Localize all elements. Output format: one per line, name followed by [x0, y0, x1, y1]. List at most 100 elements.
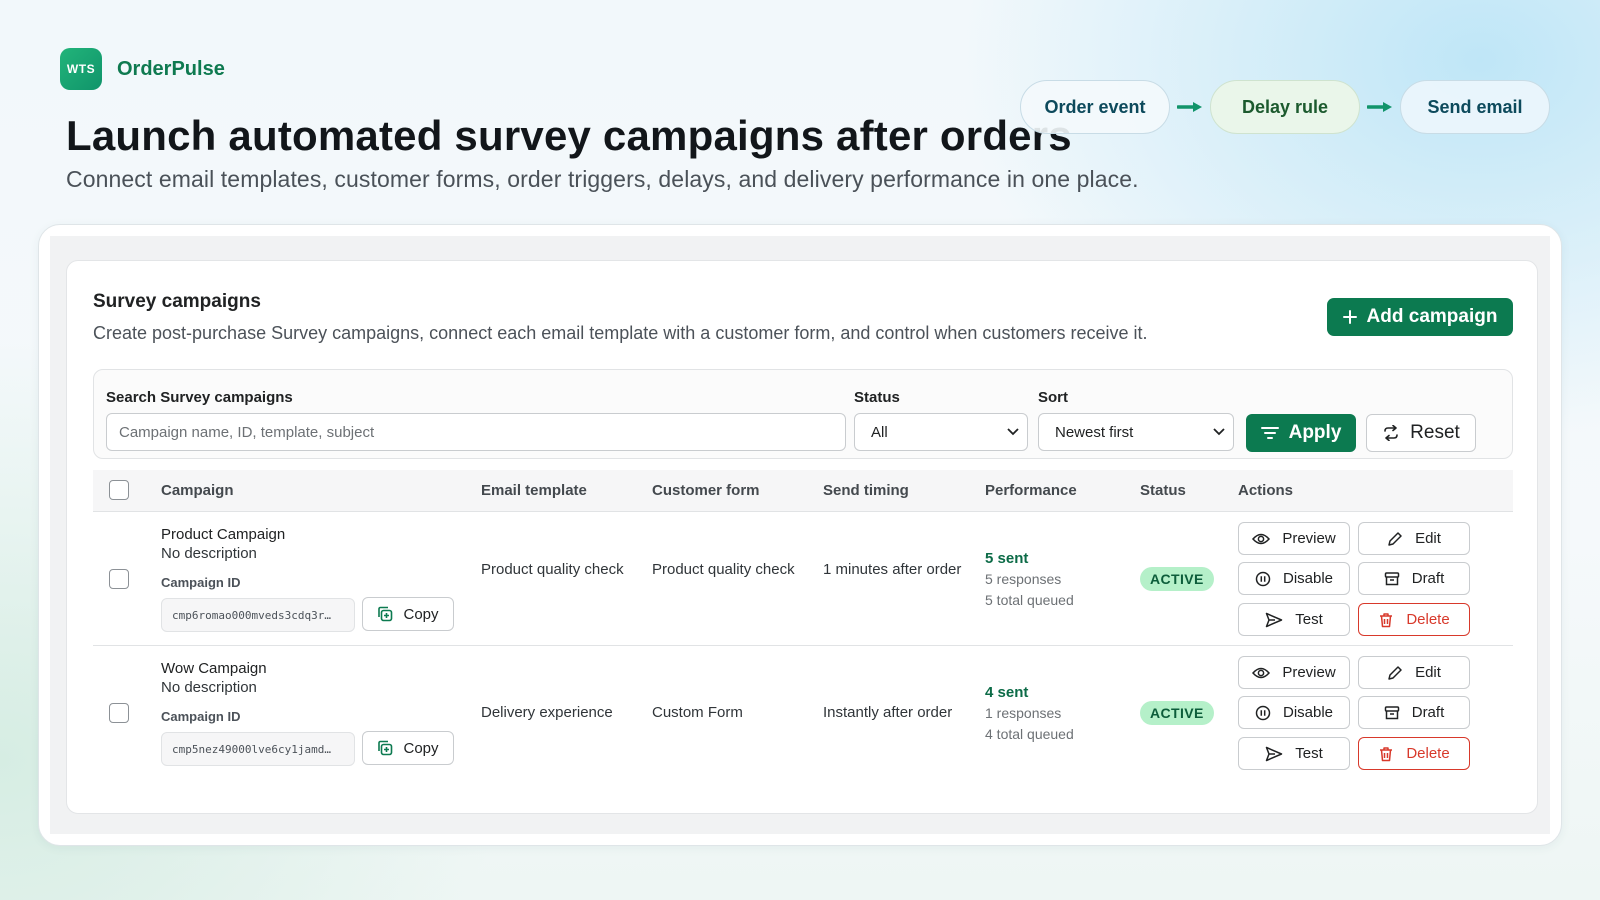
disable-button[interactable]: Disable: [1238, 696, 1350, 729]
disable-button[interactable]: Disable: [1238, 562, 1350, 595]
eye-icon: [1252, 532, 1271, 546]
status-badge: ACTIVE: [1140, 701, 1214, 725]
archive-icon: [1384, 705, 1400, 721]
delete-label: Delete: [1406, 745, 1450, 762]
campaign-name: Wow Campaign: [161, 660, 267, 677]
copy-icon: [377, 740, 393, 756]
add-campaign-label: Add campaign: [1366, 306, 1498, 327]
customer-form-value: Custom Form: [652, 704, 743, 721]
eye-icon: [1252, 666, 1271, 680]
pencil-icon: [1387, 665, 1403, 681]
performance-responses: 5 responses: [985, 571, 1062, 587]
table-row: Wow Campaign No description Campaign ID …: [93, 646, 1513, 780]
send-icon: [1265, 612, 1283, 628]
copy-label: Copy: [403, 605, 439, 623]
performance-sent: 4 sent: [985, 684, 1029, 701]
col-email-template: Email template: [481, 482, 587, 499]
filter-bar: Search Survey campaigns Status All Sort …: [93, 369, 1513, 459]
flow-step-send-email: Send email: [1400, 80, 1550, 134]
sort-select[interactable]: Newest first: [1038, 413, 1234, 451]
row-checkbox[interactable]: [109, 703, 129, 723]
send-timing-value: 1 minutes after order: [823, 561, 962, 578]
table-row: Product Campaign No description Campaign…: [93, 512, 1513, 646]
campaign-id-label: Campaign ID: [161, 575, 241, 590]
reset-label: Reset: [1410, 422, 1460, 443]
brand-name: OrderPulse: [117, 57, 225, 80]
status-select-value: All: [871, 423, 888, 441]
test-button[interactable]: Test: [1238, 603, 1350, 636]
delete-button[interactable]: Delete: [1358, 603, 1470, 636]
delete-button[interactable]: Delete: [1358, 737, 1470, 770]
performance-queued: 5 total queued: [985, 592, 1074, 608]
filter-icon: [1260, 426, 1279, 440]
customer-form-value: Product quality check: [652, 561, 795, 578]
flow-step-delay-rule: Delay rule: [1210, 80, 1360, 134]
chevron-down-icon: [1007, 428, 1019, 436]
campaign-id-label: Campaign ID: [161, 709, 241, 724]
edit-button[interactable]: Edit: [1358, 522, 1470, 555]
edit-button[interactable]: Edit: [1358, 656, 1470, 689]
page-subtitle: Connect email templates, customer forms,…: [66, 166, 1139, 192]
search-input[interactable]: [106, 413, 846, 451]
trash-icon: [1378, 612, 1394, 628]
disable-label: Disable: [1282, 570, 1334, 587]
col-actions: Actions: [1238, 482, 1294, 499]
col-customer-form: Customer form: [652, 482, 760, 499]
edit-label: Edit: [1415, 664, 1441, 681]
brand-logo: WTS: [60, 48, 102, 90]
copy-icon: [377, 606, 393, 622]
apply-label: Apply: [1288, 422, 1342, 443]
edit-label: Edit: [1415, 530, 1441, 547]
status-select[interactable]: All: [854, 413, 1028, 451]
test-button[interactable]: Test: [1238, 737, 1350, 770]
plus-icon: [1342, 310, 1357, 324]
copy-id-button[interactable]: Copy: [362, 597, 454, 631]
page-title: Launch automated survey campaigns after …: [66, 112, 1072, 159]
sort-label: Sort: [1038, 389, 1068, 406]
archive-icon: [1384, 571, 1400, 587]
flow-step-order-event: Order event: [1020, 80, 1170, 134]
campaign-description: No description: [161, 679, 257, 696]
campaigns-card: Survey campaigns Create post-purchase Su…: [66, 260, 1538, 814]
preview-label: Preview: [1282, 530, 1336, 547]
pause-icon: [1255, 705, 1271, 721]
performance-responses: 1 responses: [985, 705, 1062, 721]
draft-button[interactable]: Draft: [1358, 562, 1470, 595]
email-template-value: Delivery experience: [481, 704, 613, 721]
refresh-icon: [1382, 425, 1400, 441]
campaign-id-value: cmp5nez49000lve6cy1jamd…: [161, 732, 355, 766]
preview-button[interactable]: Preview: [1238, 656, 1350, 689]
preview-button[interactable]: Preview: [1238, 522, 1350, 555]
row-checkbox[interactable]: [109, 569, 129, 589]
performance-sent: 5 sent: [985, 550, 1029, 567]
arrow-right-icon: [1170, 101, 1210, 113]
col-performance: Performance: [985, 482, 1077, 499]
campaign-id-value: cmp6romao000mveds3cdq3r…: [161, 598, 355, 632]
card-title: Survey campaigns: [93, 291, 261, 312]
card-description: Create post-purchase Survey campaigns, c…: [93, 323, 1148, 343]
col-status: Status: [1140, 482, 1186, 499]
pencil-icon: [1387, 531, 1403, 547]
send-icon: [1265, 746, 1283, 762]
table-header: Campaign Email template Customer form Se…: [93, 470, 1513, 512]
copy-id-button[interactable]: Copy: [362, 731, 454, 765]
test-label: Test: [1295, 611, 1323, 628]
brand: WTS OrderPulse: [60, 48, 225, 90]
draft-button[interactable]: Draft: [1358, 696, 1470, 729]
search-label: Search Survey campaigns: [106, 389, 293, 406]
send-timing-value: Instantly after order: [823, 704, 953, 721]
add-campaign-button[interactable]: Add campaign: [1327, 298, 1513, 336]
pause-icon: [1255, 571, 1271, 587]
draft-label: Draft: [1411, 570, 1445, 587]
select-all-checkbox[interactable]: [109, 480, 129, 500]
reset-button[interactable]: Reset: [1366, 414, 1476, 452]
email-template-value: Product quality check: [481, 561, 624, 578]
status-label: Status: [854, 389, 900, 406]
chevron-down-icon: [1213, 428, 1225, 436]
apply-button[interactable]: Apply: [1246, 414, 1356, 452]
arrow-right-icon: [1360, 101, 1400, 113]
col-send-timing: Send timing: [823, 482, 909, 499]
status-badge: ACTIVE: [1140, 567, 1214, 591]
copy-label: Copy: [403, 739, 439, 757]
draft-label: Draft: [1411, 704, 1445, 721]
